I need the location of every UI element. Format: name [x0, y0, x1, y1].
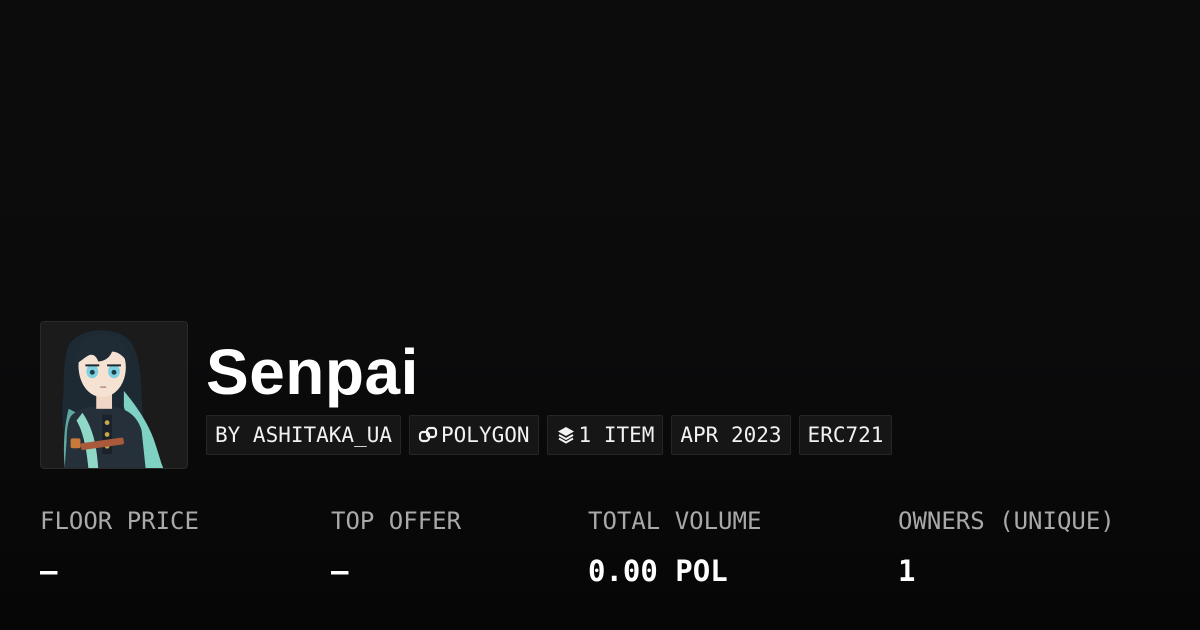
anime-character-avatar-image [41, 322, 187, 468]
chain-chip[interactable]: POLYGON [409, 415, 539, 455]
stat-label: FLOOR PRICE [40, 507, 199, 535]
creator-label: BY ASHITAKA_UA [215, 423, 393, 447]
stat-label: TOTAL VOLUME [588, 507, 762, 535]
items-chip: 1 ITEM [546, 415, 664, 455]
token-standard-label: ERC721 [807, 423, 884, 447]
collection-stats: FLOOR PRICE – TOP OFFER – TOTAL VOLUME 0… [0, 500, 1200, 600]
chain-label: POLYGON [441, 423, 530, 447]
stat-value: 1 [898, 554, 916, 588]
items-label: 1 ITEM [578, 423, 655, 447]
stat-top-offer: TOP OFFER – [331, 500, 461, 600]
polygon-link-icon [418, 425, 438, 445]
stat-owners: OWNERS (UNIQUE) 1 [898, 500, 1115, 600]
stat-total-volume: TOTAL VOLUME 0.00 POL [588, 500, 761, 600]
collection-title: Senpai [206, 336, 419, 408]
created-date-label: APR 2023 [680, 423, 782, 447]
stat-value: – [40, 554, 58, 588]
stat-floor-price: FLOOR PRICE – [40, 500, 199, 600]
created-date-chip: APR 2023 [671, 415, 791, 455]
stat-label: OWNERS (UNIQUE) [898, 507, 1115, 535]
creator-chip[interactable]: BY ASHITAKA_UA [206, 415, 402, 455]
stat-label: TOP OFFER [331, 507, 462, 535]
layers-icon [556, 425, 576, 445]
token-standard-chip: ERC721 [798, 415, 893, 455]
stat-value: 0.00 POL [588, 554, 728, 588]
collection-avatar [40, 321, 188, 469]
stat-value: – [331, 554, 349, 588]
collection-meta-row: BY ASHITAKA_UA POLYGON 1 ITEM APR 2023 E… [206, 415, 893, 455]
